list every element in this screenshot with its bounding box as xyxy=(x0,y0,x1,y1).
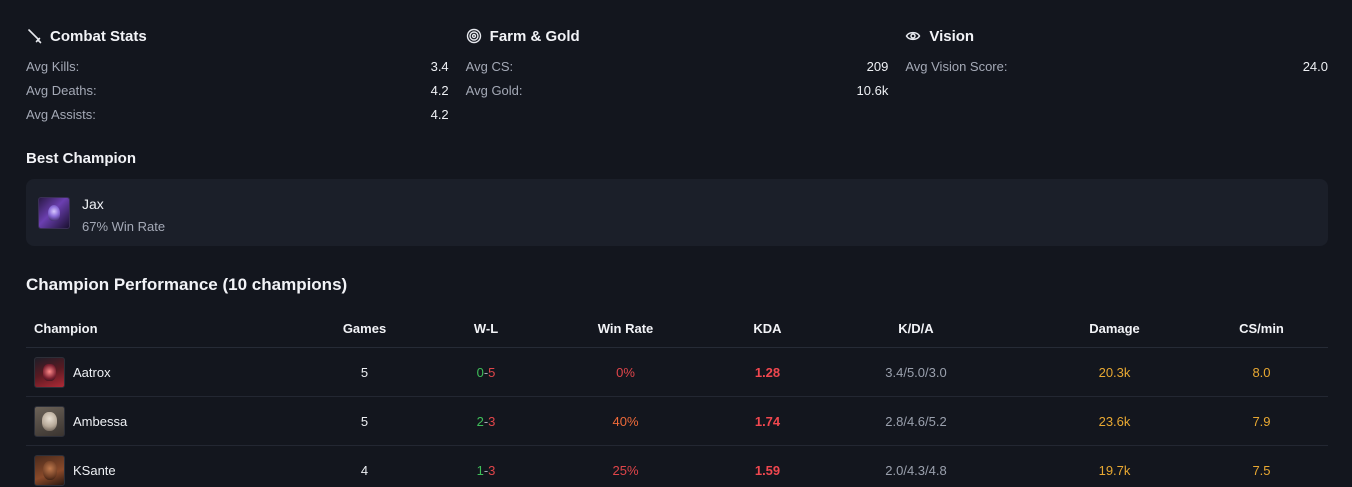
games-cell: 5 xyxy=(360,364,369,380)
farm-gold-title: Farm & Gold xyxy=(489,27,580,45)
stat-label: Avg Assists: xyxy=(26,106,96,122)
champion-performance-heading: Champion Performance (10 champions) xyxy=(26,275,348,294)
stat-value: 209 xyxy=(866,58,889,74)
games-cell: 5 xyxy=(360,413,369,429)
stat-value: 24.0 xyxy=(1302,58,1329,74)
column-header-kda[interactable]: KDA xyxy=(737,321,798,336)
eye-icon xyxy=(905,31,921,41)
cs-min-cell: 8.0 xyxy=(1252,364,1271,380)
stat-value: 4.2 xyxy=(430,106,449,122)
stats-summary: Combat Stats Avg Kills: 3.4 Avg Deaths: … xyxy=(26,24,1328,126)
best-champion-name: Jax xyxy=(82,196,104,212)
combat-stats-title: Combat Stats xyxy=(50,27,147,45)
stat-avg-vision-score: Avg Vision Score: 24.0 xyxy=(905,54,1328,78)
column-header-win-rate[interactable]: Win Rate xyxy=(514,321,737,336)
stat-label: Avg Deaths: xyxy=(26,82,97,98)
stat-value: 10.6k xyxy=(856,82,889,98)
stat-label: Avg Vision Score: xyxy=(905,58,1008,74)
best-champion-win-rate: 67% Win Rate xyxy=(82,219,166,234)
kda-cell: 1.74 xyxy=(754,413,781,429)
losses-value: 3 xyxy=(488,462,496,478)
wins-value: 0 xyxy=(476,364,484,380)
farm-gold-card: Farm & Gold Avg CS: 209 Avg Gold: 10.6k xyxy=(466,24,889,126)
table-row[interactable]: KSante 4 1-3 25% 1.59 2.0/4.3/4.8 19.7k … xyxy=(26,446,1328,487)
wl-cell: 2-3 xyxy=(476,413,496,429)
win-rate-cell: 25% xyxy=(612,462,639,478)
best-champion-heading: Best Champion xyxy=(26,150,137,167)
champion-cell: Aatrox xyxy=(26,356,271,388)
wins-value: 2 xyxy=(476,413,484,429)
vision-card: Vision Avg Vision Score: 24.0 xyxy=(905,24,1328,126)
column-header-damage[interactable]: Damage xyxy=(1034,321,1195,336)
stat-avg-cs: Avg CS: 209 xyxy=(466,54,889,78)
champion-portrait-ambessa xyxy=(34,405,65,437)
champion-portrait-ksante xyxy=(34,454,65,486)
damage-cell: 20.3k xyxy=(1098,364,1131,380)
cs-min-cell: 7.5 xyxy=(1252,462,1271,478)
champion-name: KSante xyxy=(73,462,116,478)
combat-stats-heading: Combat Stats xyxy=(26,24,449,48)
combat-stats-card: Combat Stats Avg Kills: 3.4 Avg Deaths: … xyxy=(26,24,449,126)
column-header-champion[interactable]: Champion xyxy=(26,321,271,336)
column-header-wl[interactable]: W-L xyxy=(458,321,514,336)
stat-avg-deaths: Avg Deaths: 4.2 xyxy=(26,78,449,102)
champion-performance-table: Champion Games W-L Win Rate KDA K/D/A Da… xyxy=(26,310,1328,487)
target-icon xyxy=(466,28,481,44)
sword-icon xyxy=(28,29,42,44)
damage-cell: 19.7k xyxy=(1098,462,1131,478)
champion-cell: KSante xyxy=(26,454,271,486)
cs-min-cell: 7.9 xyxy=(1252,413,1271,429)
farm-gold-heading: Farm & Gold xyxy=(466,24,889,48)
stat-value: 3.4 xyxy=(430,58,449,74)
wl-cell: 0-5 xyxy=(476,364,496,380)
champion-name: Ambessa xyxy=(73,413,128,429)
wl-cell: 1-3 xyxy=(476,462,496,478)
table-header: Champion Games W-L Win Rate KDA K/D/A Da… xyxy=(26,310,1328,348)
stat-avg-kills: Avg Kills: 3.4 xyxy=(26,54,449,78)
win-rate-cell: 0% xyxy=(616,364,635,380)
stat-label: Avg Kills: xyxy=(26,58,80,74)
kda-cell: 1.28 xyxy=(754,364,781,380)
champion-cell: Ambessa xyxy=(26,405,271,437)
table-row[interactable]: Aatrox 5 0-5 0% 1.28 3.4/5.0/3.0 20.3k 8… xyxy=(26,348,1328,397)
kda-line-cell: 3.4/5.0/3.0 xyxy=(885,364,947,380)
damage-cell: 23.6k xyxy=(1098,413,1131,429)
kda-line-cell: 2.0/4.3/4.8 xyxy=(885,462,947,478)
champion-name: Aatrox xyxy=(73,364,111,380)
column-header-cs-min[interactable]: CS/min xyxy=(1195,321,1328,336)
kda-line-cell: 2.8/4.6/5.2 xyxy=(885,413,947,429)
vision-heading: Vision xyxy=(905,24,1328,48)
wins-value: 1 xyxy=(476,462,484,478)
best-champion-card[interactable]: Jax 67% Win Rate xyxy=(26,179,1328,246)
vision-title: Vision xyxy=(929,27,975,45)
stat-avg-assists: Avg Assists: 4.2 xyxy=(26,102,449,126)
table-row[interactable]: Ambessa 5 2-3 40% 1.74 2.8/4.6/5.2 23.6k… xyxy=(26,397,1328,446)
column-header-kda-line[interactable]: K/D/A xyxy=(798,321,1034,336)
stat-label: Avg CS: xyxy=(465,58,514,74)
games-cell: 4 xyxy=(360,462,369,478)
stat-avg-gold: Avg Gold: 10.6k xyxy=(466,78,889,102)
losses-value: 5 xyxy=(488,364,496,380)
champion-portrait-aatrox xyxy=(34,356,65,388)
losses-value: 3 xyxy=(488,413,496,429)
kda-cell: 1.59 xyxy=(754,462,781,478)
champion-portrait-jax xyxy=(38,197,70,229)
stat-label: Avg Gold: xyxy=(465,82,523,98)
column-header-games[interactable]: Games xyxy=(271,321,458,336)
stat-value: 4.2 xyxy=(430,82,449,98)
win-rate-cell: 40% xyxy=(612,413,639,429)
